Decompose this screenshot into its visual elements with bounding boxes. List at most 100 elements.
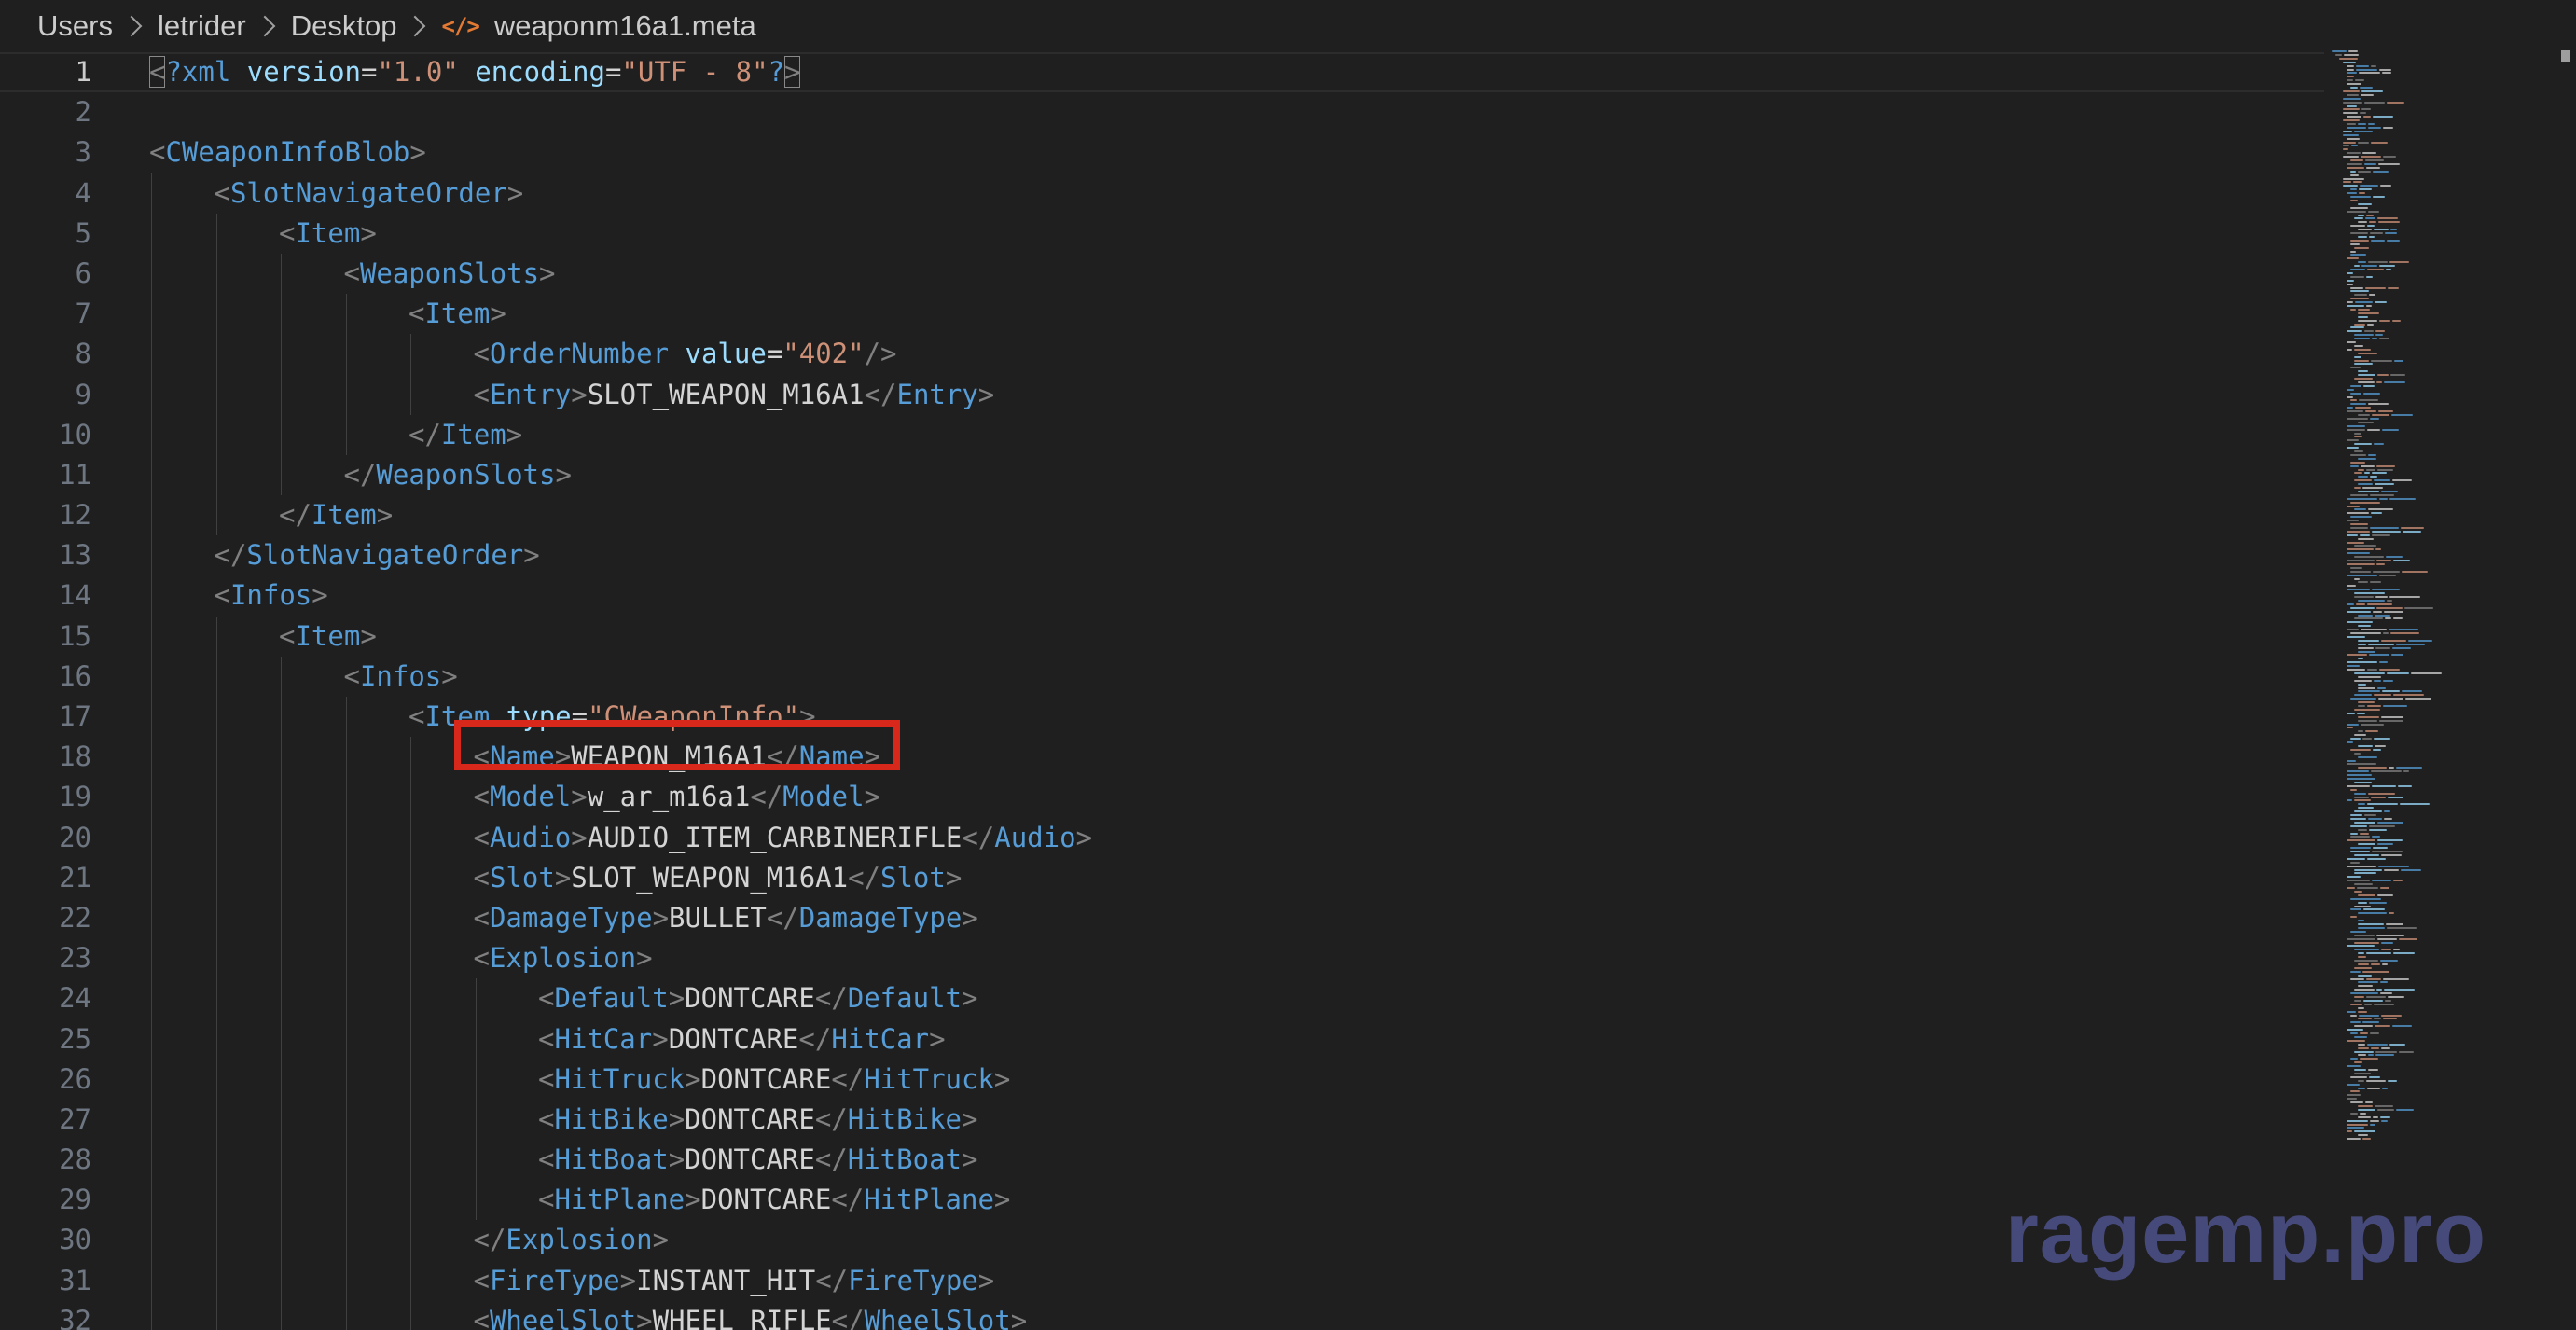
indent-guide <box>215 737 217 778</box>
minimap-line <box>2404 606 2433 609</box>
line-number: 4 <box>75 176 91 209</box>
code-line[interactable]: 1 <?xml version="1.0" encoding="UTF - 8"?… <box>0 52 2324 92</box>
minimap-line <box>2360 87 2373 89</box>
code-line[interactable]: 23 <Explosion> <box>0 938 2313 979</box>
code-line[interactable]: 26 <HitTruck>DONTCARE</HitTruck> <box>0 1059 2313 1100</box>
breadcrumb-item-letrider[interactable]: letrider <box>158 9 246 43</box>
token-punc: < <box>473 861 490 894</box>
code-line[interactable]: 20 <Audio>AUDIO_ITEM_CARBINERIFLE</Audio> <box>0 817 2313 858</box>
minimap-line <box>2350 897 2381 900</box>
indent-guide <box>345 1220 347 1261</box>
minimap-line <box>2384 817 2392 820</box>
code-line[interactable]: 10 </Item> <box>0 414 2313 455</box>
minimap-line <box>2385 617 2391 620</box>
indent-guide <box>475 1059 477 1100</box>
minimap-line <box>2380 981 2388 984</box>
minimap-line <box>2350 453 2366 456</box>
token-tag: Model <box>782 781 865 813</box>
code-line[interactable]: 7 <Item> <box>0 294 2313 335</box>
minimap-line <box>2383 705 2407 707</box>
code-line[interactable]: 19 <Model>w_ar_m16a1</Model> <box>0 777 2313 818</box>
minimap-line <box>2358 221 2367 224</box>
code-line[interactable]: 15 <Item> <box>0 616 2313 657</box>
breadcrumb-item-desktop[interactable]: Desktop <box>291 9 397 43</box>
code-line[interactable]: 5 <Item> <box>0 213 2313 254</box>
minimap-line <box>2358 414 2370 416</box>
minimap-line <box>2354 796 2369 798</box>
breadcrumb-file-name[interactable]: weaponm16a1.meta <box>494 9 756 43</box>
minimap-line <box>2358 828 2367 831</box>
code-line[interactable]: 9 <Entry>SLOT_WEAPON_M16A1</Entry> <box>0 374 2313 415</box>
minimap-line <box>2350 908 2361 911</box>
minimap-line <box>2360 185 2378 187</box>
code-line[interactable]: 29 <HitPlane>DONTCARE</HitPlane> <box>0 1180 2313 1221</box>
code-line[interactable]: 3 <CWeaponInfoBlob> <box>0 132 2313 173</box>
vertical-scrollbar[interactable] <box>2557 47 2576 1330</box>
code-line[interactable]: 2 <box>0 92 2313 132</box>
code-line[interactable]: 16 <Infos> <box>0 656 2313 697</box>
indent-guide <box>215 897 217 939</box>
line-content: <Infos> <box>344 657 458 697</box>
minimap-line <box>2381 490 2398 492</box>
token-tag: DamageType <box>798 901 963 934</box>
indent-guide <box>215 495 217 536</box>
indent-guide <box>410 897 411 939</box>
line-number: 28 <box>59 1143 91 1176</box>
minimap-line <box>2391 654 2403 657</box>
token-punc: > <box>360 216 377 249</box>
code-line[interactable]: 24 <Default>DONTCARE</Default> <box>0 978 2313 1019</box>
minimap-line <box>2347 93 2359 96</box>
code-line[interactable]: 6 <WeaponSlots> <box>0 253 2313 295</box>
code-line[interactable]: 25 <HitCar>DONTCARE</HitCar> <box>0 1018 2313 1060</box>
code-line[interactable]: 13 </SlotNavigateOrder> <box>0 535 2313 576</box>
code-line[interactable]: 12 </Item> <box>0 495 2313 536</box>
minimap-line <box>2369 654 2389 657</box>
minimap-line <box>2350 1112 2358 1115</box>
minimap-line <box>2388 1079 2397 1082</box>
code-line[interactable]: 4 <SlotNavigateOrder> <box>0 173 2313 214</box>
minimap-line <box>2358 1087 2365 1089</box>
token-text: DONTCARE <box>685 982 815 1015</box>
token-punc: < <box>214 176 230 209</box>
minimap-line <box>2347 865 2376 867</box>
minimap[interactable] <box>2328 47 2552 1166</box>
minimap-line <box>2354 265 2360 268</box>
code-line[interactable]: 22 <DamageType>BULLET</DamageType> <box>0 897 2313 939</box>
code-line[interactable]: 17 <Item type="CWeaponInfo"> <box>0 697 2313 738</box>
minimap-line <box>2369 235 2375 238</box>
token-punc: > <box>1075 821 1093 853</box>
minimap-line <box>2358 639 2379 642</box>
token-punc: > <box>571 378 588 410</box>
minimap-line <box>2350 232 2368 234</box>
minimap-line <box>2343 130 2352 132</box>
indent-guide <box>151 897 152 939</box>
code-line[interactable]: 32 <WheelSlot>WHEEL_RIFLE</WheelSlot> <box>0 1300 2313 1330</box>
token-tag: DamageType <box>489 901 653 934</box>
scrollbar-thumb[interactable] <box>2561 50 2570 62</box>
code-line[interactable]: 21 <Slot>SLOT_WEAPON_M16A1</Slot> <box>0 857 2313 898</box>
code-line[interactable]: 27 <HitBike>DONTCARE</HitBike> <box>0 1099 2313 1141</box>
code-line[interactable]: 14 <Infos> <box>0 575 2313 617</box>
code-line[interactable]: 8 <OrderNumber value="402"/> <box>0 334 2313 375</box>
code-line[interactable]: 31 <FireType>INSTANT_HIT</FireType> <box>0 1260 2313 1301</box>
code-lines[interactable]: 1 <?xml version="1.0" encoding="UTF - 8"?… <box>0 52 2313 1330</box>
minimap-line <box>2350 225 2365 228</box>
minimap-line <box>2393 880 2403 882</box>
code-editor: Users letrider Desktop </> weaponm16a1.m… <box>0 0 2576 1330</box>
minimap-line <box>2393 617 2403 620</box>
minimap-line <box>2354 508 2366 511</box>
minimap-line <box>2350 308 2356 311</box>
code-line[interactable]: 18 <Name>WEAPON_M16A1</Name> <box>0 737 2313 778</box>
indent-guide <box>215 777 217 818</box>
minimap-line <box>2365 217 2375 220</box>
minimap-line <box>2347 589 2370 591</box>
minimap-line <box>2347 407 2353 409</box>
code-line[interactable]: 30 </Explosion> <box>0 1220 2313 1261</box>
breadcrumb-item-users[interactable]: Users <box>37 9 113 43</box>
minimap-line <box>2367 323 2374 326</box>
minimap-line <box>2372 880 2391 882</box>
code-line[interactable]: 11 </WeaponSlots> <box>0 454 2313 496</box>
indent-guide <box>281 737 282 778</box>
minimap-line <box>2350 1075 2367 1078</box>
code-line[interactable]: 28 <HitBoat>DONTCARE</HitBoat> <box>0 1140 2313 1181</box>
